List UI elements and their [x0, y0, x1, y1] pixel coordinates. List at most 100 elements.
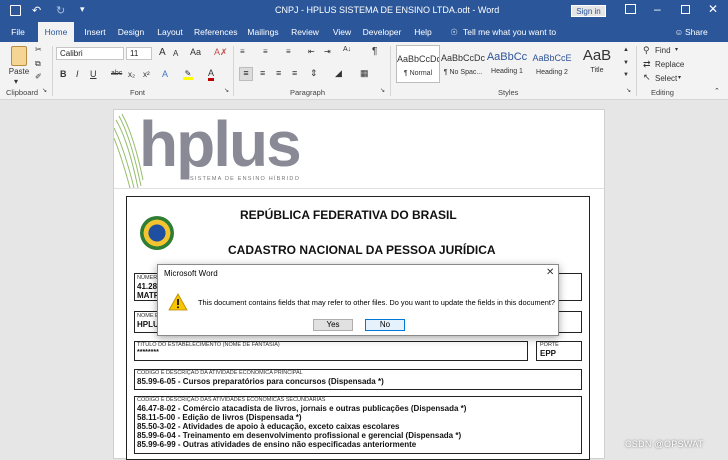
tab-developer[interactable]: Developer — [362, 22, 402, 42]
align-center-icon[interactable]: ≡ — [260, 68, 265, 78]
grow-font-icon[interactable]: A — [159, 47, 166, 58]
collapse-ribbon-icon[interactable]: ⌃ — [714, 87, 720, 95]
styles-launcher-icon[interactable]: ↘ — [626, 87, 631, 94]
tell-me-search[interactable]: Tell me what you want to do — [463, 22, 561, 57]
font-launcher-icon[interactable]: ↘ — [224, 87, 229, 94]
atividade-secundaria-item: 85.50-3-02 - Atividades de apoio à educa… — [137, 422, 400, 431]
clipboard-launcher-icon[interactable]: ↘ — [42, 87, 47, 94]
format-painter-icon[interactable]: ✐ — [35, 72, 42, 81]
watermark: CSDN @OPSWAT — [625, 439, 704, 449]
sign-in-button[interactable]: Sign in — [571, 5, 606, 17]
shading-icon[interactable]: ◢ — [335, 68, 342, 79]
customize-qat-icon[interactable]: ▾ — [80, 4, 85, 15]
group-styles-label: Styles — [498, 88, 519, 97]
heading-republica: REPÚBLICA FEDERATIVA DO BRASIL — [240, 208, 457, 222]
select-icon[interactable]: ↖ — [643, 72, 651, 83]
change-case-button[interactable]: Aa — [190, 47, 201, 57]
find-icon[interactable]: ⚲ — [643, 45, 650, 56]
justify-icon[interactable]: ≡ — [292, 68, 297, 78]
paragraph-launcher-icon[interactable]: ↘ — [380, 87, 385, 94]
lightbulb-icon: ☉ — [450, 27, 458, 37]
line-spacing-icon[interactable]: ⇕ — [310, 68, 318, 79]
cut-icon[interactable]: ✂ — [35, 45, 42, 54]
superscript-button[interactable]: x² — [143, 70, 150, 79]
borders-icon[interactable]: ▦ — [360, 68, 369, 79]
no-button[interactable]: No — [365, 319, 405, 331]
share-button[interactable]: Share — [685, 22, 717, 42]
replace-icon[interactable]: ⇄ — [643, 59, 651, 70]
text-effects-button[interactable]: A — [162, 69, 168, 79]
tab-layout[interactable]: Layout — [155, 22, 185, 42]
find-dropdown-icon[interactable]: ▾ — [675, 46, 678, 53]
font-color-button[interactable]: A — [208, 69, 215, 81]
paste-dropdown-icon[interactable]: ▾ — [14, 77, 18, 86]
titulo-label: TÍTULO DO ESTABELECIMENTO (NOME DE FANTA… — [137, 342, 280, 348]
font-size-field[interactable]: 11 — [126, 47, 152, 60]
close-icon[interactable]: ✕ — [708, 2, 718, 16]
style-title-label: Title — [590, 67, 604, 74]
copy-icon[interactable]: ⧉ — [35, 59, 41, 69]
style-heading-1-label: Heading 1 — [491, 68, 523, 75]
hplus-logo-subtitle: SISTEMA DE ENSINO HÍBRIDO — [190, 176, 301, 182]
undo-icon[interactable]: ↶ — [32, 4, 41, 17]
increase-indent-icon[interactable]: ⇥ — [324, 47, 331, 56]
tab-file[interactable]: File — [6, 22, 30, 42]
dialog-close-icon[interactable]: ✕ — [546, 267, 554, 278]
strikethrough-button[interactable]: abc — [111, 70, 122, 77]
bold-button[interactable]: B — [60, 69, 67, 79]
subscript-button[interactable]: x₂ — [128, 70, 135, 79]
dialog-title: Microsoft Word — [164, 269, 218, 278]
tab-mailings[interactable]: Mailings — [245, 22, 281, 42]
tab-design[interactable]: Design — [116, 22, 146, 42]
style-no-spacing[interactable]: AaBbCcDc ¶ No Spac... — [441, 45, 485, 83]
atividade-principal-label: CÓDIGO E DESCRIÇÃO DA ATIVIDADE ECONÔMIC… — [137, 370, 303, 376]
ribbon-display-options-icon[interactable] — [625, 4, 636, 14]
tab-help[interactable]: Help — [411, 22, 435, 42]
style-normal[interactable]: AaBbCcDc ¶ Normal — [396, 45, 440, 83]
select-button[interactable]: Select — [655, 74, 677, 83]
redo-icon[interactable]: ↻ — [56, 4, 65, 17]
highlight-color-icon[interactable]: ✎ — [183, 69, 193, 80]
select-dropdown-icon[interactable]: ▾ — [678, 74, 681, 81]
tab-view[interactable]: View — [330, 22, 354, 42]
tab-insert[interactable]: Insert — [80, 22, 110, 42]
multilevel-list-icon[interactable]: ≡ — [286, 47, 291, 56]
style-title[interactable]: AaB Title — [575, 45, 619, 83]
style-heading-1[interactable]: AaBbCc Heading 1 — [485, 45, 529, 83]
sort-icon[interactable]: A↓ — [343, 46, 351, 53]
decrease-indent-icon[interactable]: ⇤ — [308, 47, 315, 56]
minimize-icon[interactable]: – — [654, 2, 661, 16]
paste-button[interactable]: Paste — [6, 67, 32, 76]
maximize-icon[interactable] — [681, 5, 690, 14]
share-icon[interactable]: ☺ — [674, 22, 684, 42]
tab-home[interactable]: Home — [38, 22, 74, 42]
atividade-secundaria-item: 85.99-6-04 - Treinamento em desenvolvime… — [137, 431, 462, 440]
replace-button[interactable]: Replace — [655, 60, 684, 69]
align-left-button[interactable]: ≡ — [239, 67, 253, 81]
font-name-field[interactable]: Calibri — [56, 47, 124, 60]
align-right-icon[interactable]: ≡ — [276, 68, 281, 78]
save-icon[interactable] — [10, 5, 21, 16]
porte-label: PORTE — [540, 342, 559, 348]
show-marks-icon[interactable]: ¶ — [372, 46, 377, 57]
underline-button[interactable]: U — [90, 69, 97, 79]
numero-value: 41.28 — [137, 282, 158, 291]
bullets-icon[interactable]: ≡ — [240, 47, 245, 56]
paste-icon[interactable] — [11, 46, 27, 66]
tab-review[interactable]: Review — [290, 22, 320, 42]
style-heading-2[interactable]: AaBbCcE Heading 2 — [530, 45, 574, 83]
style-no-spacing-label: ¶ No Spac... — [443, 69, 483, 76]
styles-more-icon[interactable]: ▼ — [623, 72, 629, 78]
styles-scroll-down-icon[interactable]: ▼ — [623, 60, 629, 66]
clear-formatting-icon[interactable]: A✗ — [214, 47, 228, 58]
shrink-font-icon[interactable]: A — [173, 49, 178, 58]
tab-references[interactable]: References — [194, 22, 237, 42]
style-normal-label: ¶ Normal — [403, 70, 433, 77]
find-button[interactable]: Find — [655, 46, 671, 55]
group-clipboard-label: Clipboard — [6, 88, 39, 97]
numbering-icon[interactable]: ≡ — [263, 47, 268, 56]
styles-scroll-up-icon[interactable]: ▲ — [623, 47, 629, 53]
yes-button[interactable]: Yes — [313, 319, 353, 331]
italic-button[interactable]: I — [76, 69, 79, 79]
hplus-logo: hplus — [139, 108, 302, 180]
